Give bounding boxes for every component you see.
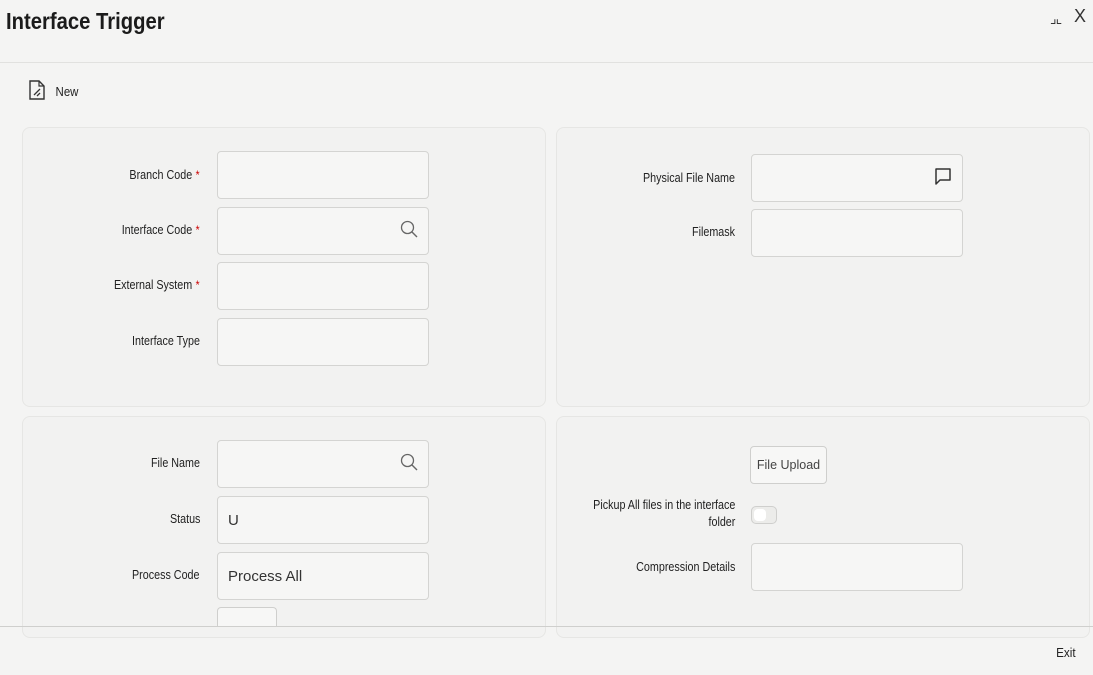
partial-button[interactable] bbox=[217, 607, 277, 627]
process-code-field[interactable]: Process All bbox=[217, 552, 429, 600]
search-icon[interactable] bbox=[400, 453, 418, 475]
new-document-icon bbox=[28, 80, 46, 103]
comment-icon[interactable] bbox=[934, 167, 952, 189]
process-code-label: Process Code bbox=[132, 568, 200, 582]
branch-code-label: Branch Code * bbox=[129, 168, 200, 182]
pickup-all-files-toggle[interactable] bbox=[751, 506, 777, 524]
status-label: Status bbox=[169, 512, 200, 526]
status-field[interactable]: U bbox=[217, 496, 429, 544]
title-bar: Interface Trigger ⌟⌞ X bbox=[0, 0, 1093, 63]
interface-code-field[interactable] bbox=[217, 207, 429, 255]
file-name-field[interactable] bbox=[217, 440, 429, 488]
interface-type-field[interactable] bbox=[217, 318, 429, 366]
page-title: Interface Trigger bbox=[6, 8, 165, 34]
compression-details-label: Compression Details bbox=[635, 560, 735, 574]
exit-button[interactable]: Exit bbox=[1056, 645, 1076, 660]
close-icon[interactable]: X bbox=[1074, 6, 1086, 27]
physical-file-name-label: Physical File Name bbox=[642, 171, 735, 185]
branch-code-field[interactable] bbox=[217, 151, 429, 199]
footer-divider bbox=[0, 626, 1093, 627]
new-button[interactable]: New bbox=[28, 80, 80, 103]
pickup-all-files-label: Pickup All files in the interface folder bbox=[592, 498, 735, 529]
new-label: New bbox=[55, 84, 79, 99]
external-system-label: External System * bbox=[114, 278, 200, 292]
search-icon[interactable] bbox=[400, 220, 418, 242]
file-upload-button[interactable]: File Upload bbox=[750, 446, 827, 484]
filemask-label: Filemask bbox=[691, 225, 735, 239]
compression-details-field[interactable] bbox=[751, 543, 963, 591]
restore-icon[interactable]: ⌟⌞ bbox=[1050, 10, 1062, 27]
physical-file-name-field[interactable] bbox=[751, 154, 963, 202]
interface-code-label: Interface Code * bbox=[122, 223, 200, 237]
filemask-field[interactable] bbox=[751, 209, 963, 257]
external-system-field[interactable] bbox=[217, 262, 429, 310]
file-name-label: File Name bbox=[151, 456, 200, 470]
interface-type-label: Interface Type bbox=[132, 334, 200, 348]
